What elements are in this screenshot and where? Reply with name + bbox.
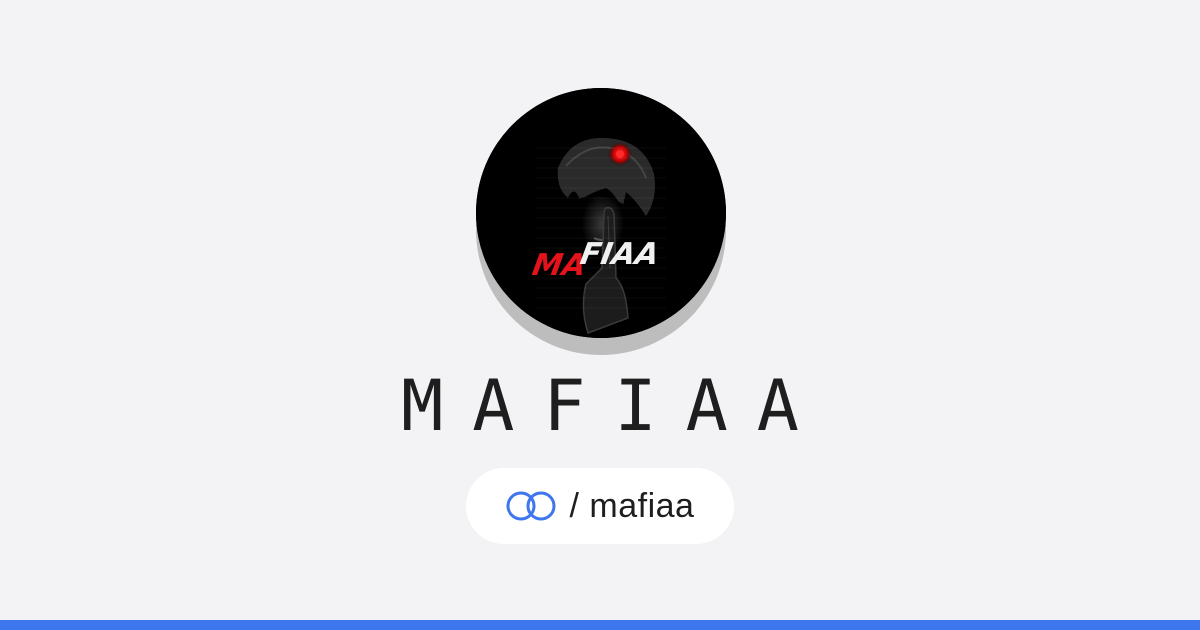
profile-name: MAFIAA	[401, 365, 828, 447]
link-rings-icon	[504, 489, 558, 523]
profile-handle-text: / mafiaa	[569, 486, 695, 525]
profile-avatar: MA FIAA	[476, 88, 726, 355]
bottom-accent-bar	[0, 620, 1200, 630]
profile-handle-link[interactable]: / mafiaa	[466, 468, 734, 544]
logo-text-white: FIAA	[578, 237, 662, 272]
avatar-image: MA FIAA	[476, 88, 726, 338]
